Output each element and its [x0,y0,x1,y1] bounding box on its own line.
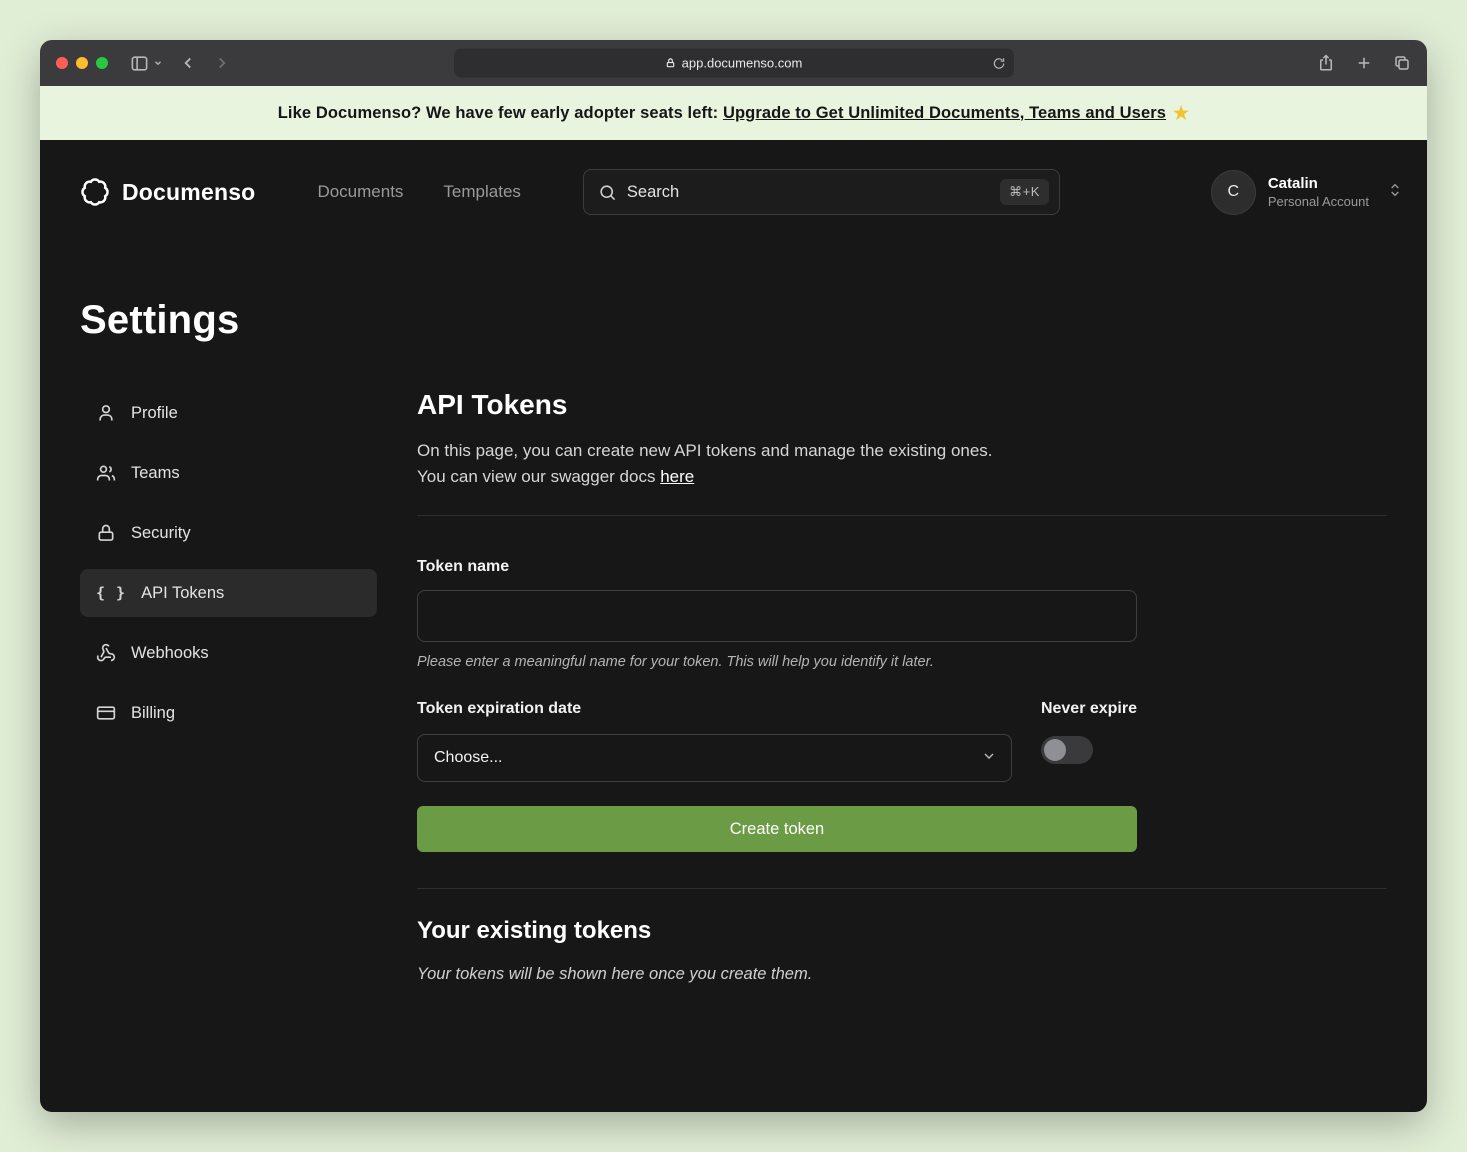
account-name: Catalin [1268,175,1369,192]
address-bar[interactable]: app.documenso.com [454,49,1014,78]
plus-icon [1355,54,1373,72]
divider [417,888,1387,889]
token-name-label: Token name [417,558,1137,576]
upgrade-banner: Like Documenso? We have few early adopte… [40,86,1427,140]
url-text: app.documenso.com [682,56,803,71]
sidebar-item-label: Webhooks [131,644,209,663]
share-icon [1317,54,1335,72]
sidebar-item-api-tokens[interactable]: { } API Tokens [80,569,377,617]
never-expire-label: Never expire [1041,700,1137,718]
avatar: C [1211,170,1256,215]
expiration-label: Token expiration date [417,700,1012,718]
brand-name: Documenso [122,179,255,206]
app-header: Documenso Documents Templates Search ⌘+K… [40,140,1427,244]
token-name-hint: Please enter a meaningful name for your … [417,654,1137,670]
description-line2: You can view our swagger docs [417,467,660,486]
nav-documents[interactable]: Documents [317,182,403,202]
api-tokens-panel: API Tokens On this page, you can create … [417,389,1387,984]
chevron-right-icon [213,54,231,72]
account-type: Personal Account [1268,194,1369,209]
documenso-logo-icon [80,177,110,207]
upgrade-link[interactable]: Upgrade to Get Unlimited Documents, Team… [723,104,1166,123]
settings-sidebar: Profile Teams Security { } API Tokens [80,389,377,737]
browser-window: app.documenso.com Like Documenso? We hav… [40,40,1427,1112]
sidebar-item-profile[interactable]: Profile [80,389,377,437]
top-navigation: Documents Templates [317,182,520,202]
section-description: On this page, you can create new API tok… [417,438,1387,489]
chevrons-up-down-icon [1387,182,1403,198]
share-button[interactable] [1317,54,1335,72]
sidebar-icon [130,54,149,73]
sidebar-item-teams[interactable]: Teams [80,449,377,497]
search-icon [598,183,617,202]
chevron-down-icon [153,58,163,68]
sidebar-item-label: Security [131,524,191,543]
never-expire-toggle[interactable] [1041,736,1093,764]
star-icon: ★ [1173,103,1189,124]
braces-icon: { } [96,584,126,602]
app-content: Documenso Documents Templates Search ⌘+K… [40,140,1427,1112]
tab-overview-button[interactable] [1393,54,1411,72]
minimize-window-button[interactable] [76,57,88,69]
user-icon [96,403,116,423]
lock-icon [96,523,116,543]
existing-tokens-hint: Your tokens will be shown here once you … [417,965,1387,984]
sidebar-item-webhooks[interactable]: Webhooks [80,629,377,677]
chevron-down-icon [981,748,997,764]
sidebar-item-label: Teams [131,464,180,483]
close-window-button[interactable] [56,57,68,69]
forward-button[interactable] [213,54,231,72]
description-line1: On this page, you can create new API tok… [417,441,993,460]
swagger-docs-link[interactable]: here [660,467,694,486]
brand[interactable]: Documenso [80,177,255,207]
sidebar-item-label: API Tokens [141,584,224,603]
chevron-left-icon [179,54,197,72]
banner-text: Like Documenso? We have few early adopte… [278,104,719,123]
sidebar-item-billing[interactable]: Billing [80,689,377,737]
page-title: Settings [80,298,1387,343]
section-title: API Tokens [417,389,1387,421]
new-tab-button[interactable] [1355,54,1373,72]
webhook-icon [96,643,116,663]
search-shortcut-badge: ⌘+K [1000,179,1049,205]
sidebar-item-label: Billing [131,704,175,723]
browser-toolbar: app.documenso.com [40,40,1427,86]
token-name-input[interactable] [417,590,1137,642]
expiration-select[interactable]: Choose... [417,734,1012,782]
sidebar-toggle-button[interactable] [130,54,163,73]
expiration-selected-value: Choose... [434,749,502,767]
create-token-button[interactable]: Create token [417,806,1137,852]
nav-templates[interactable]: Templates [443,182,520,202]
sidebar-item-label: Profile [131,404,178,423]
search-placeholder: Search [627,183,990,202]
credit-card-icon [96,703,116,723]
reload-button[interactable] [992,56,1006,70]
toggle-knob [1044,739,1066,761]
zoom-window-button[interactable] [96,57,108,69]
users-icon [96,463,116,483]
back-button[interactable] [179,54,197,72]
existing-tokens-title: Your existing tokens [417,917,1387,945]
account-menu[interactable]: C Catalin Personal Account [1211,170,1403,215]
divider [417,515,1387,516]
padlock-icon [665,58,676,69]
sidebar-item-security[interactable]: Security [80,509,377,557]
tabs-icon [1393,54,1411,72]
window-controls [56,57,108,69]
reload-icon [992,56,1006,70]
search-input[interactable]: Search ⌘+K [583,169,1060,215]
